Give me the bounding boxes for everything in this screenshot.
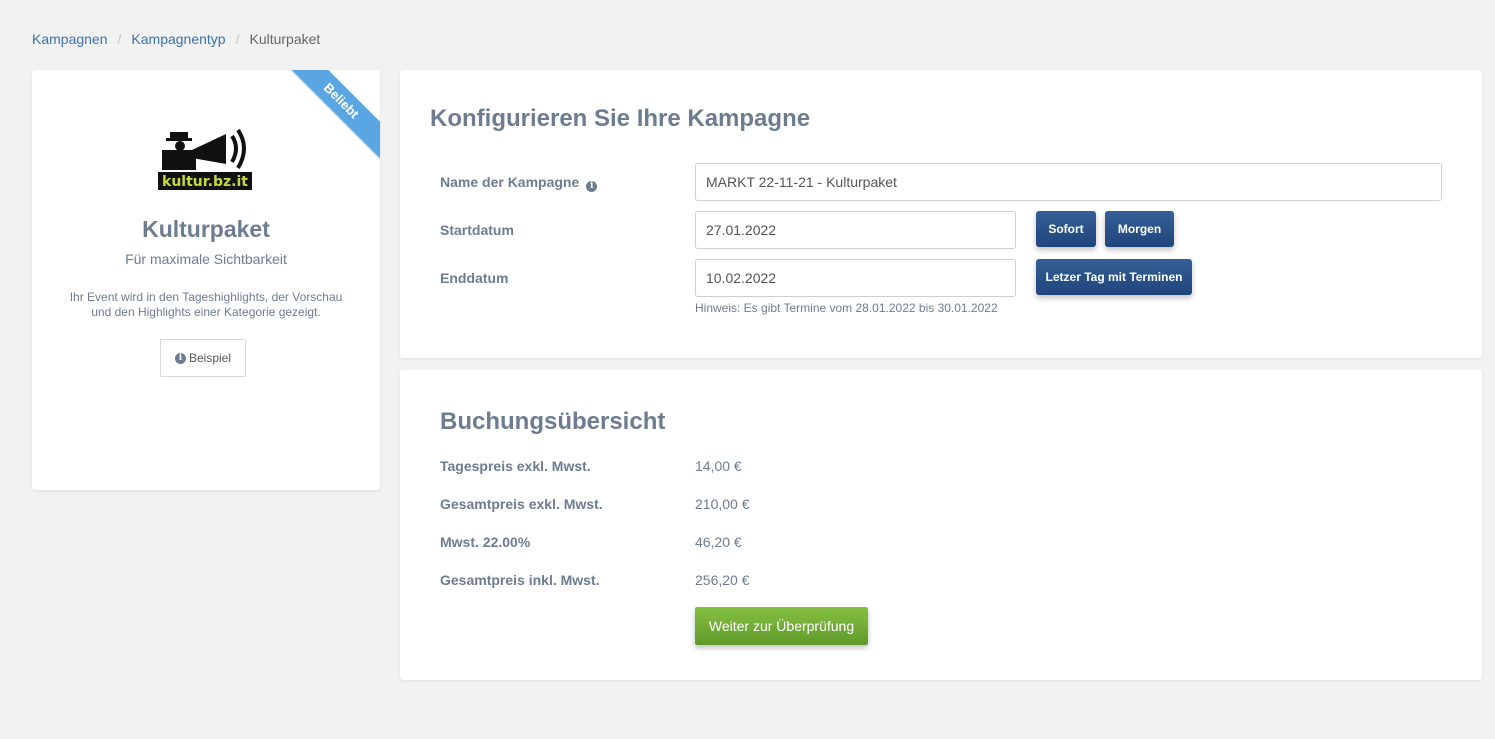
campaign-name-label: Name der Kampagne i (440, 174, 600, 192)
breadcrumb-link-kampagnen[interactable]: Kampagnen (32, 31, 108, 47)
svg-text:kultur.bz.it: kultur.bz.it (162, 174, 248, 190)
example-button-label: Beispiel (188, 351, 232, 365)
sofort-button[interactable]: Sofort (1036, 211, 1096, 247)
campaign-name-input[interactable]: MARKT 22-11-21 - Kulturpaket (695, 163, 1442, 201)
package-subtitle: Für maximale Sichtbarkeit (125, 251, 287, 267)
total-incl-vat-label: Gesamtpreis inkl. Mwst. (440, 572, 600, 588)
config-title: Konfigurieren Sie Ihre Kampagne (430, 105, 811, 132)
booking-summary-card: Buchungsübersicht Tagespreis exkl. Mwst.… (400, 370, 1482, 680)
end-date-input[interactable]: 10.02.2022 (695, 259, 1016, 297)
last-day-with-events-button[interactable]: Letzer Tag mit Terminen (1036, 259, 1192, 295)
daily-price-label: Tagespreis exkl. Mwst. (440, 458, 591, 474)
breadcrumb-separator: / (235, 31, 240, 47)
breadcrumb-current: Kulturpaket (249, 31, 321, 47)
breadcrumb: Kampagnen / Kampagnentyp / Kulturpaket (32, 31, 320, 47)
info-icon: i (174, 352, 186, 364)
popular-ribbon: Beliebt (278, 70, 380, 164)
summary-title: Buchungsübersicht (440, 408, 666, 435)
continue-to-review-button[interactable]: Weiter zur Überprüfung (695, 607, 868, 645)
start-date-label: Startdatum (440, 222, 514, 238)
info-icon[interactable]: i (586, 181, 598, 192)
morgen-button[interactable]: Morgen (1105, 211, 1174, 247)
campaign-name-label-text: Name der Kampagne (440, 174, 580, 190)
package-title: Kulturpaket (142, 216, 270, 242)
daily-price-value: 14,00 € (695, 458, 742, 474)
vat-label: Mwst. 22.00% (440, 534, 531, 550)
breadcrumb-link-kampagnentyp[interactable]: Kampagnentyp (131, 31, 225, 47)
breadcrumb-separator: / (117, 31, 122, 47)
date-hint: Hinweis: Es gibt Termine vom 28.01.2022 … (695, 301, 998, 315)
end-date-label: Enddatum (440, 270, 509, 286)
campaign-config-card: Konfigurieren Sie Ihre Kampagne Name der… (400, 70, 1482, 358)
total-excl-vat-label: Gesamtpreis exkl. Mwst. (440, 496, 603, 512)
example-button[interactable]: i Beispiel (160, 339, 246, 377)
kultur-logo: kultur.bz.it (158, 128, 252, 190)
package-description: Ihr Event wird in den Tageshighlights, d… (69, 290, 343, 319)
package-card: Beliebt kultur.bz.it Kulturpaket Für max… (32, 70, 380, 490)
vat-value: 46,20 € (695, 534, 742, 550)
start-date-input[interactable]: 27.01.2022 (695, 211, 1016, 249)
total-incl-vat-value: 256,20 € (695, 572, 750, 588)
total-excl-vat-value: 210,00 € (695, 496, 750, 512)
